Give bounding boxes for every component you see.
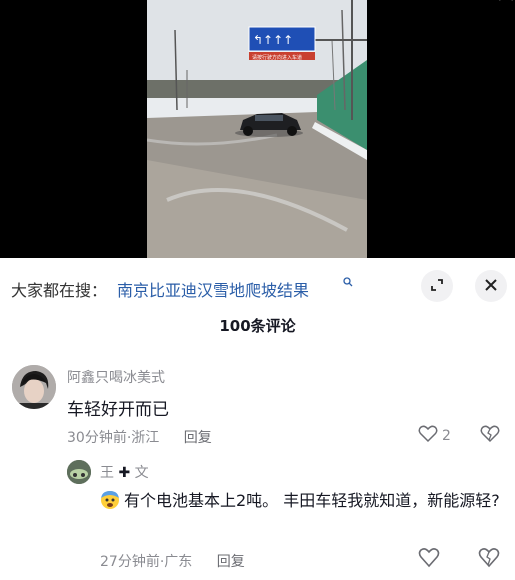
reply-dislike-button[interactable] (478, 548, 500, 572)
expand-icon (430, 277, 444, 296)
reply-like-button[interactable] (418, 548, 440, 572)
comment-username[interactable]: 阿鑫只喝冰美式 (67, 367, 165, 387)
reply-button[interactable]: 回复 (184, 430, 212, 446)
video-frame[interactable]: ↰↑↑↑ 请按行驶方向进入车道 (147, 0, 367, 258)
broken-heart-icon (478, 548, 500, 572)
comment-time: 30分钟前 (67, 430, 127, 446)
avatar[interactable] (12, 365, 56, 409)
search-suggestion-link[interactable]: 南京比亚迪汉雪地爬坡结果 (117, 277, 309, 301)
reply-meta: 27分钟前·广东 回复 (100, 551, 245, 571)
svg-text:请按行驶方向进入车道: 请按行驶方向进入车道 (252, 54, 302, 61)
reply-username-text: 王 (100, 465, 114, 481)
close-button[interactable] (475, 270, 507, 302)
reply-time: 27分钟前 (100, 554, 160, 570)
video-scene: ↰↑↑↑ 请按行驶方向进入车道 (147, 0, 367, 258)
comment-count-title: 100条评论 (219, 317, 296, 335)
scared-face-emoji-icon (100, 490, 120, 510)
close-icon (484, 277, 498, 296)
reply-username[interactable]: 王 ✚ 文 (100, 462, 149, 482)
search-prefix-label: 大家都在搜： (11, 281, 108, 300)
svg-text:↰↑↑↑: ↰↑↑↑ (253, 33, 293, 47)
comment-meta: 30分钟前·浙江 回复 (67, 427, 212, 447)
expand-button[interactable] (421, 270, 453, 302)
comment-location: 浙江 (131, 430, 160, 446)
broken-heart-icon (480, 425, 500, 447)
reply-reply-button[interactable]: 回复 (217, 554, 245, 570)
comment-text: 车轻好开而已 (67, 400, 169, 420)
reply-location: 广东 (164, 554, 193, 570)
like-button[interactable]: 2 (418, 425, 451, 447)
reply-username-suffix: 文 (134, 465, 149, 481)
search-icon (343, 276, 353, 290)
heart-icon (418, 425, 438, 447)
video-player[interactable]: ↰↑↑↑ 请按行驶方向进入车道 ⌒ (0, 0, 515, 258)
reply-avatar[interactable] (67, 460, 91, 484)
reply-text-content: 有个电池基本上2吨。 丰田车轻我就知道，新能源轻? (124, 491, 500, 510)
more-icon[interactable]: ⌒ (499, 0, 513, 14)
like-count: 2 (442, 428, 451, 444)
reply-text: 有个电池基本上2吨。 丰田车轻我就知道，新能源轻? (100, 488, 500, 514)
heart-icon (418, 548, 440, 572)
plus-icon: ✚ (118, 465, 131, 481)
dislike-button[interactable] (480, 425, 500, 447)
